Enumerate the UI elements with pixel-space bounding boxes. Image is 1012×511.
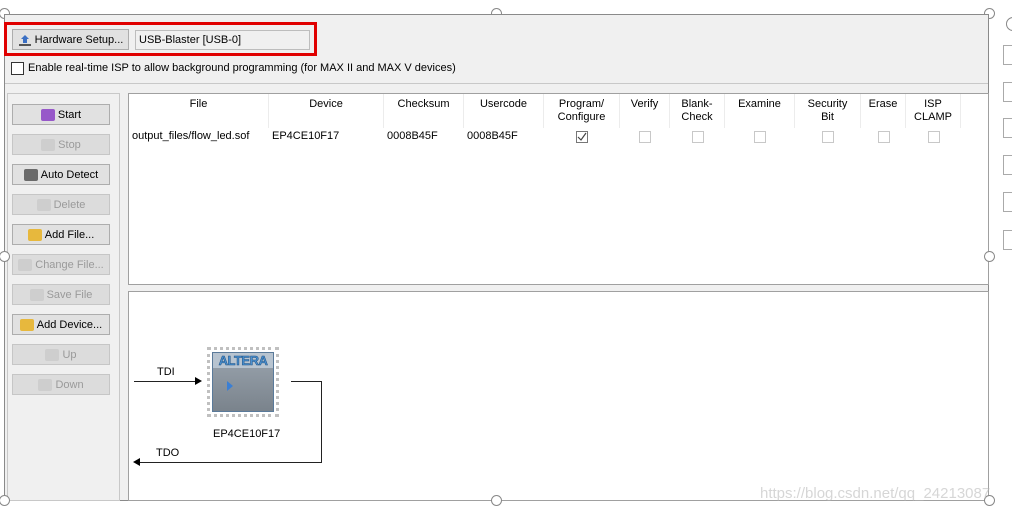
toolbar-button[interactable] bbox=[1003, 155, 1012, 175]
add-file-button[interactable]: Add File... bbox=[12, 224, 110, 245]
watermark: https://blog.csdn.net/qq_24213087 bbox=[760, 485, 991, 502]
cell-device: EP4CE10F17 bbox=[272, 130, 340, 142]
divider bbox=[5, 83, 988, 84]
altera-logo: ALTERA bbox=[213, 353, 273, 368]
button-label: Delete bbox=[53, 198, 86, 211]
column-header[interactable]: File bbox=[129, 94, 269, 128]
change-file-button[interactable]: Change File... bbox=[12, 254, 110, 275]
file-table: File Device Checksum Usercode Program/ Confi… bbox=[128, 93, 989, 285]
toolbar-button[interactable] bbox=[1003, 230, 1012, 250]
arrow-head bbox=[195, 377, 202, 385]
toolbar-button[interactable] bbox=[1003, 192, 1012, 212]
column-header[interactable]: ISP CLAMP bbox=[906, 94, 961, 128]
checkbox-security-bit[interactable] bbox=[822, 131, 834, 143]
delete-icon bbox=[36, 198, 51, 211]
tdo-wire bbox=[291, 381, 322, 463]
isp-checkbox[interactable] bbox=[11, 62, 24, 75]
checkbox-examine[interactable] bbox=[754, 131, 766, 143]
button-label: Auto Detect bbox=[40, 168, 99, 181]
cell-usercode: 0008B45F bbox=[467, 130, 518, 142]
chain-diagram: TDI ALTERA EP4CE10F17 TDO bbox=[128, 291, 989, 501]
toolbar-circle[interactable] bbox=[1006, 17, 1012, 31]
toolbar-button[interactable] bbox=[1003, 45, 1012, 65]
up-button[interactable]: Up bbox=[12, 344, 110, 365]
toolbar-button[interactable] bbox=[1003, 118, 1012, 138]
column-header[interactable]: Blank- Check bbox=[670, 94, 725, 128]
column-header[interactable]: Program/ Configure bbox=[544, 94, 620, 128]
start-icon bbox=[40, 108, 55, 121]
add-device-icon bbox=[19, 318, 34, 331]
button-label: Add File... bbox=[44, 228, 95, 241]
checkbox-erase[interactable] bbox=[877, 131, 890, 143]
arrow-head bbox=[133, 458, 140, 466]
cell-checksum: 0008B45F bbox=[387, 130, 438, 142]
stop-button[interactable]: Stop bbox=[12, 134, 110, 155]
tdi-arrow bbox=[134, 381, 198, 382]
up-icon bbox=[45, 348, 60, 361]
column-header[interactable]: Security Bit bbox=[795, 94, 861, 128]
button-label: Save File bbox=[46, 288, 93, 301]
column-header[interactable]: Usercode bbox=[464, 94, 544, 128]
tdo-label: TDO bbox=[156, 447, 180, 459]
button-label: Up bbox=[62, 348, 77, 361]
column-header[interactable]: Erase bbox=[861, 94, 906, 128]
stop-icon bbox=[41, 138, 56, 151]
toolbar-button[interactable] bbox=[1003, 82, 1012, 102]
down-button[interactable]: Down bbox=[12, 374, 110, 395]
selection-handle[interactable] bbox=[491, 495, 502, 506]
tdi-label: TDI bbox=[157, 366, 175, 378]
selection-handle[interactable] bbox=[984, 251, 995, 262]
column-header[interactable]: Examine bbox=[725, 94, 795, 128]
checkbox-isp-clamp[interactable] bbox=[927, 131, 940, 143]
button-label: Start bbox=[57, 108, 82, 121]
cell-file: output_files/flow_led.sof bbox=[132, 130, 250, 142]
add-device-button[interactable]: Add Device... bbox=[12, 314, 110, 335]
start-button[interactable]: Start bbox=[12, 104, 110, 125]
isp-label: Enable real-time ISP to allow background… bbox=[28, 62, 456, 74]
change-file-icon bbox=[18, 258, 33, 271]
add-file-icon bbox=[27, 228, 42, 241]
down-icon bbox=[38, 378, 53, 391]
auto-detect-icon bbox=[23, 168, 38, 181]
highlight-box bbox=[4, 22, 317, 56]
checkbox-program[interactable] bbox=[576, 131, 588, 143]
delete-button[interactable]: Delete bbox=[12, 194, 110, 215]
tdo-wire-bottom bbox=[139, 462, 293, 463]
checkbox-blank-check[interactable] bbox=[691, 131, 704, 143]
column-header[interactable]: Device bbox=[269, 94, 384, 128]
button-label: Change File... bbox=[35, 258, 104, 271]
device-chip[interactable]: ALTERA bbox=[207, 347, 279, 417]
save-file-button[interactable]: Save File bbox=[12, 284, 110, 305]
play-icon bbox=[227, 381, 233, 391]
button-label: Add Device... bbox=[36, 318, 103, 331]
selection-handle[interactable] bbox=[0, 495, 10, 506]
checkbox-verify[interactable] bbox=[639, 131, 651, 143]
column-header[interactable]: Verify bbox=[620, 94, 670, 128]
column-header[interactable]: Checksum bbox=[384, 94, 464, 128]
button-label: Stop bbox=[58, 138, 81, 151]
button-label: Down bbox=[55, 378, 84, 391]
save-file-icon bbox=[29, 288, 44, 301]
device-label: EP4CE10F17 bbox=[213, 428, 281, 440]
auto-detect-button[interactable]: Auto Detect bbox=[12, 164, 110, 185]
